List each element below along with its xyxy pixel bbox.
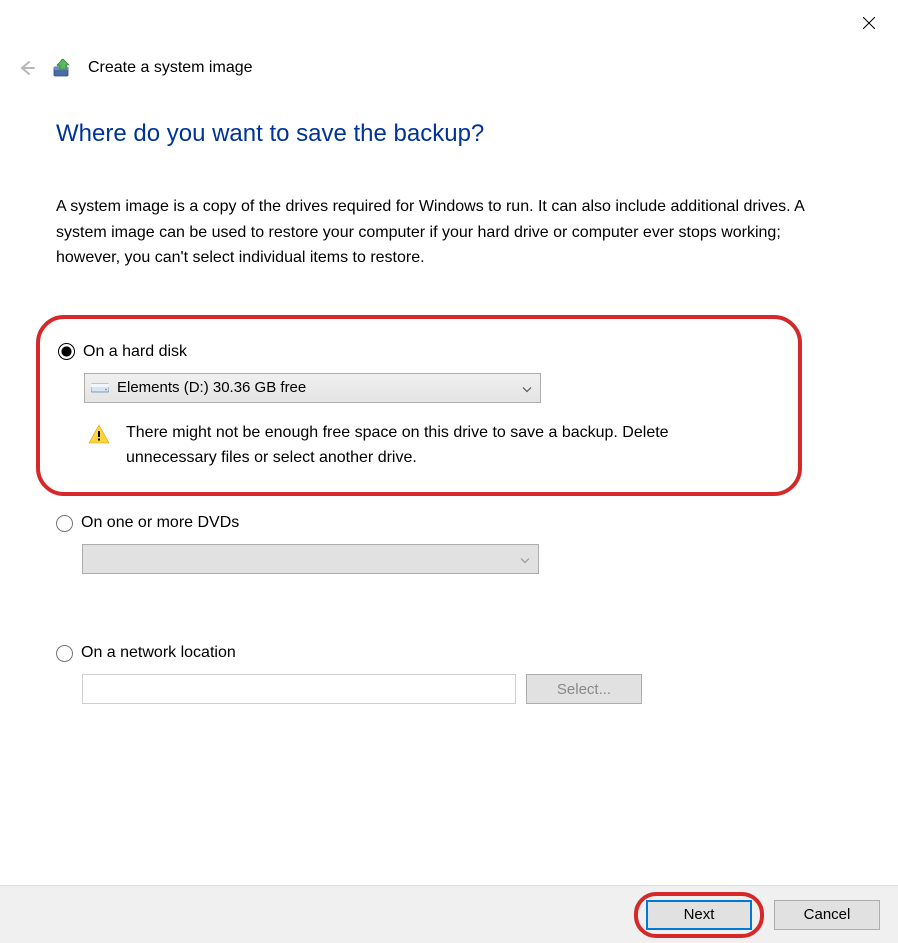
chevron-down-icon <box>522 379 532 396</box>
option-hard-disk: On a hard disk Elements (D:) 30.36 GB fr… <box>58 343 762 471</box>
wizard-title: Create a system image <box>88 59 253 77</box>
hard-disk-body: Elements (D:) 30.36 GB free <box>58 373 762 471</box>
radio-hard-disk[interactable]: On a hard disk <box>58 343 762 361</box>
radio-hard-disk-label: On a hard disk <box>83 343 187 361</box>
radio-hard-disk-input[interactable] <box>58 343 75 360</box>
radio-dvd-label: On one or more DVDs <box>81 514 239 532</box>
content-area: Where do you want to save the backup? A … <box>56 120 842 734</box>
chevron-down-icon <box>520 551 530 568</box>
drive-dropdown-value: Elements (D:) 30.36 GB free <box>117 379 306 396</box>
page-heading: Where do you want to save the backup? <box>56 120 842 148</box>
close-button[interactable] <box>846 7 892 39</box>
option-network: On a network location Select... <box>56 644 842 704</box>
highlight-annotation-harddisk: On a hard disk Elements (D:) 30.36 GB fr… <box>36 315 802 497</box>
back-button[interactable] <box>14 56 38 80</box>
hard-drive-icon <box>91 381 109 395</box>
cancel-button[interactable]: Cancel <box>774 900 880 930</box>
option-dvd: On one or more DVDs <box>56 514 842 574</box>
page-description: A system image is a copy of the drives r… <box>56 194 816 271</box>
network-path-input[interactable] <box>82 674 516 704</box>
drive-dropdown[interactable]: Elements (D:) 30.36 GB free <box>84 373 541 403</box>
radio-dvd[interactable]: On one or more DVDs <box>56 514 842 532</box>
title-bar <box>0 0 898 40</box>
wizard-header: Create a system image <box>14 56 878 80</box>
radio-network-input[interactable] <box>56 645 73 662</box>
dvd-dropdown <box>82 544 539 574</box>
radio-network-label: On a network location <box>81 644 236 662</box>
close-icon <box>863 17 875 29</box>
next-button[interactable]: Next <box>646 900 752 930</box>
radio-dvd-input[interactable] <box>56 515 73 532</box>
network-body: Select... <box>56 674 842 704</box>
warning-text: There might not be enough free space on … <box>126 421 762 471</box>
radio-network[interactable]: On a network location <box>56 644 842 662</box>
system-image-icon <box>52 57 74 79</box>
dvd-body <box>56 544 842 574</box>
footer-bar: Next Cancel <box>0 885 898 943</box>
warning-row: There might not be enough free space on … <box>84 421 762 471</box>
warning-icon <box>88 424 110 444</box>
highlight-annotation-next: Next <box>634 892 764 938</box>
network-select-button: Select... <box>526 674 642 704</box>
back-arrow-icon <box>16 58 36 78</box>
